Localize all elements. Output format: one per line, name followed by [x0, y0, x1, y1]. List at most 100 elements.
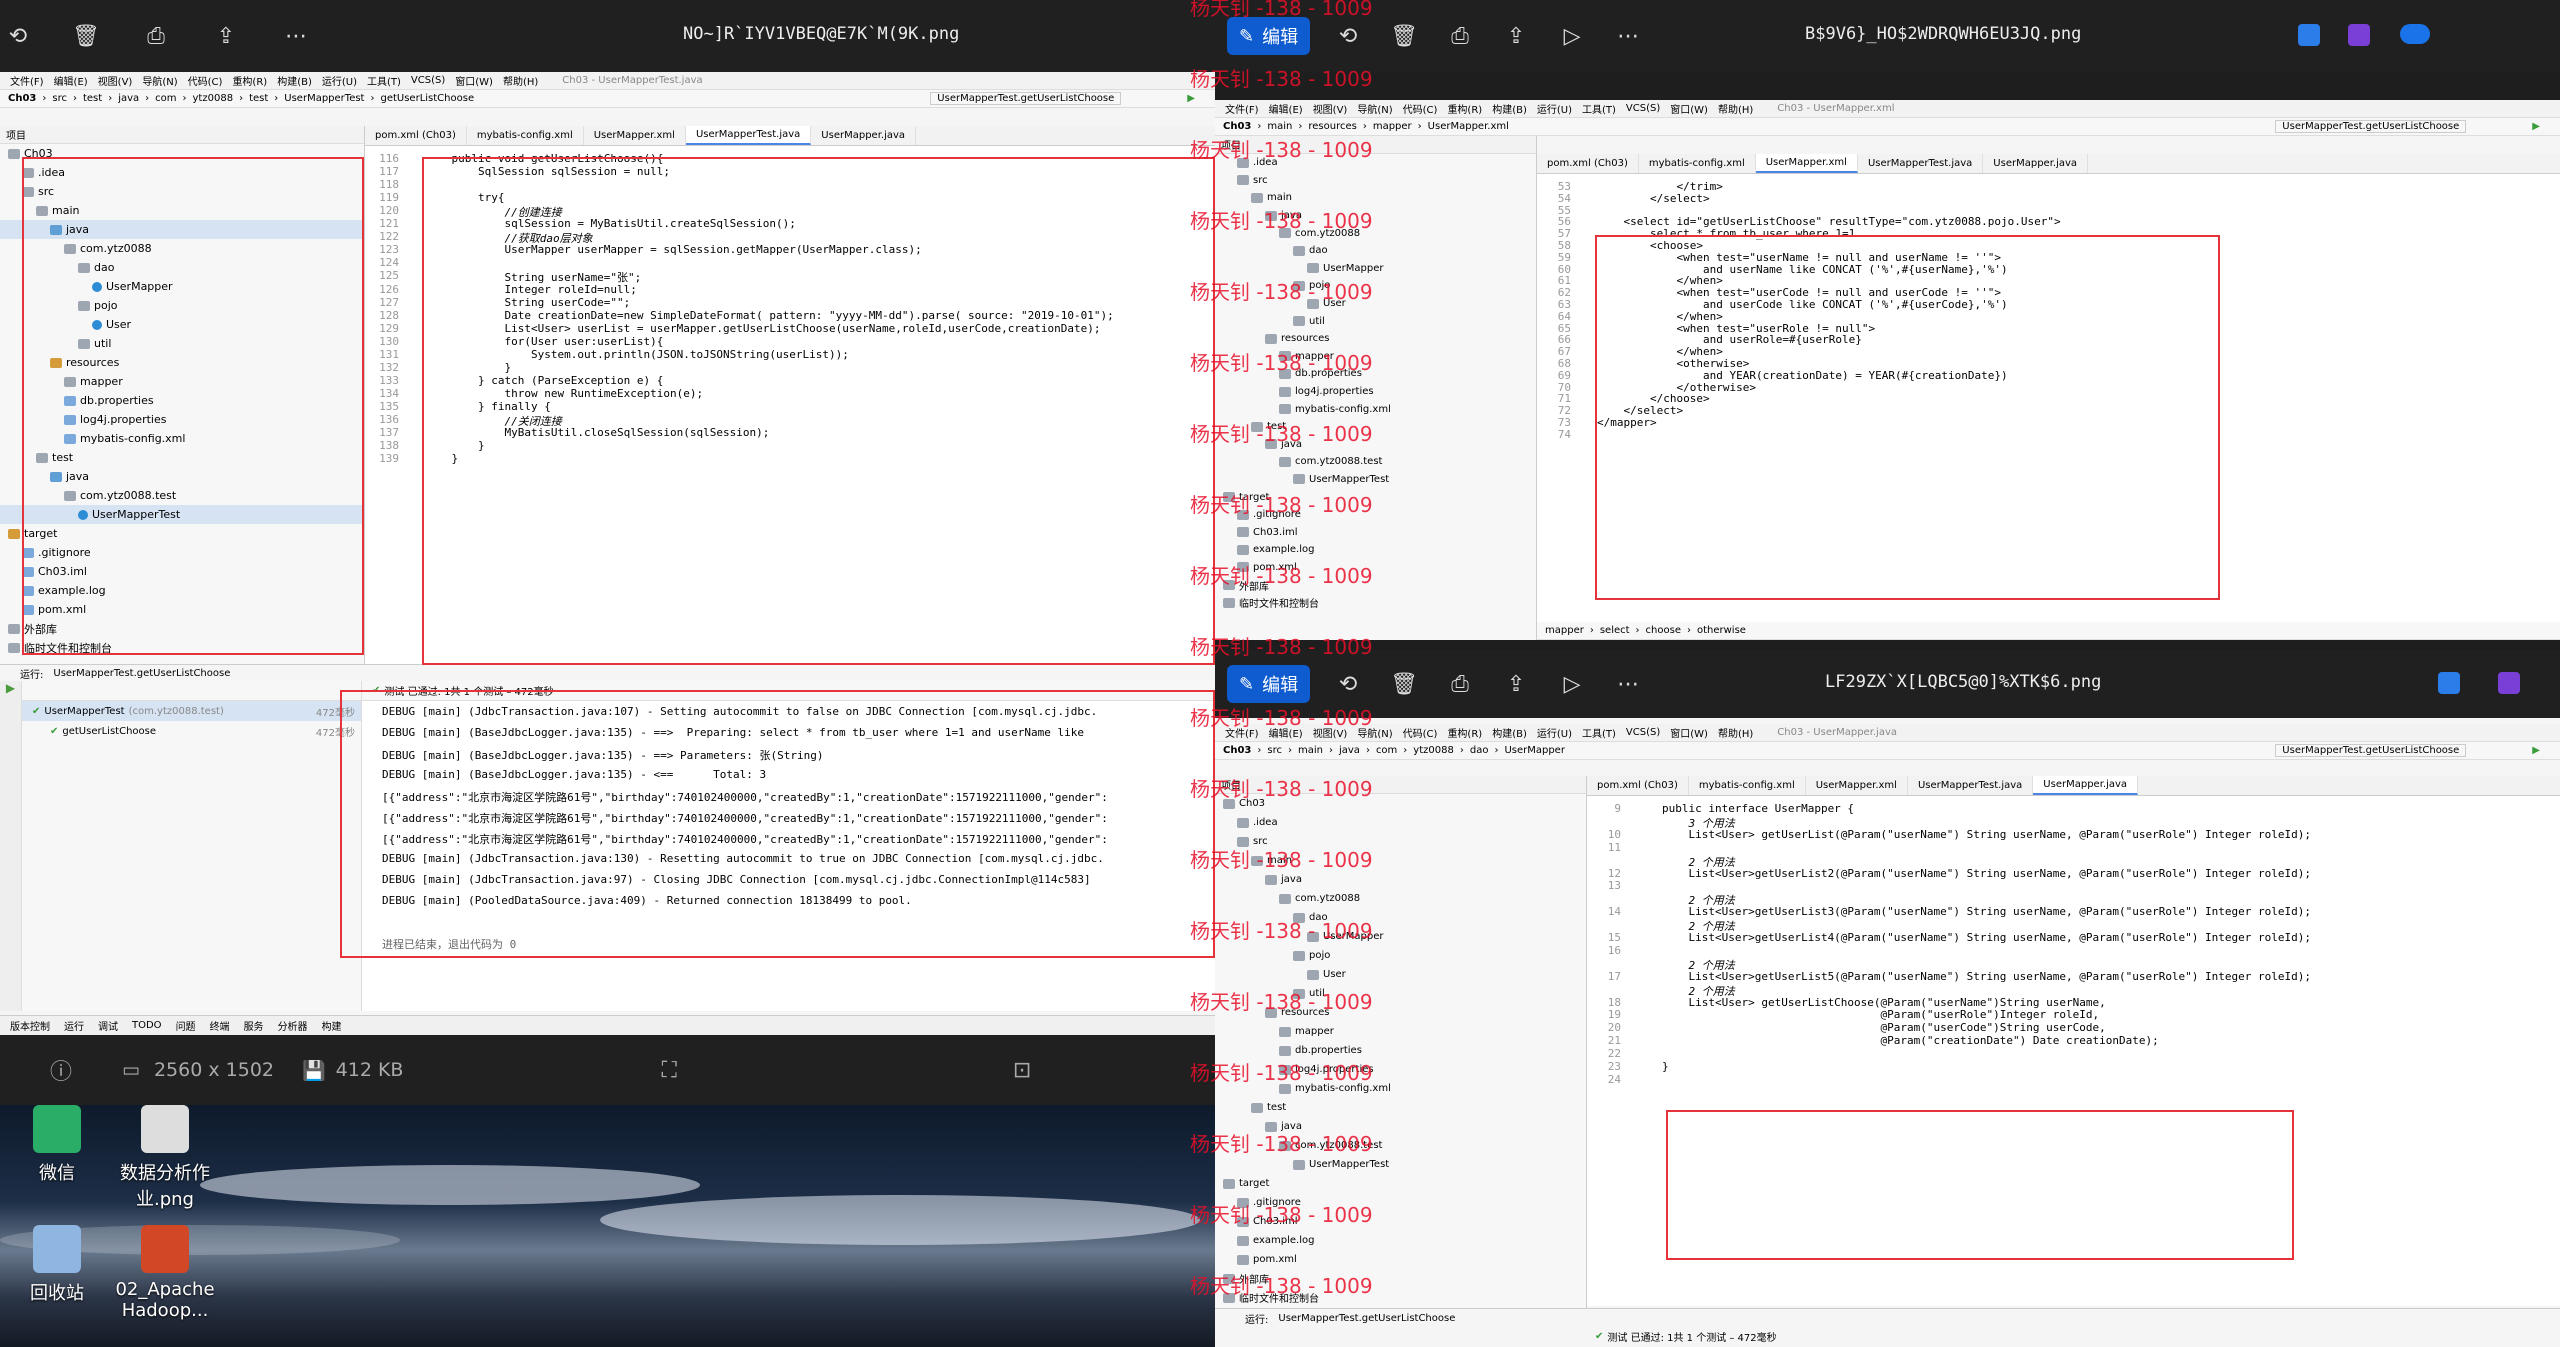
menu-item[interactable]: 构建(B) [1492, 725, 1527, 740]
xml-breadcrumb-item[interactable]: select [1600, 625, 1630, 636]
test-tree-item[interactable]: ✔ getUserListChoose 472毫秒 [22, 721, 361, 741]
menu-item[interactable]: 运行(U) [1537, 725, 1572, 740]
edit-button[interactable]: ✎ 编辑 [1227, 665, 1311, 703]
breadcrumb-item[interactable]: java [118, 93, 139, 104]
breadcrumb-item[interactable]: ytz0088 [1413, 745, 1454, 756]
tree-item[interactable]: db.properties [0, 391, 364, 410]
breadcrumb-item[interactable]: Ch03 [1223, 745, 1251, 756]
menu-item[interactable]: 工具(T) [1582, 725, 1616, 740]
rotate-icon[interactable]: ⟲ [0, 18, 36, 54]
tree-item[interactable]: test [1215, 1098, 1586, 1117]
print-icon[interactable]: ⎙ [1442, 666, 1478, 702]
tree-item[interactable]: dao [1215, 242, 1536, 260]
menu-item[interactable]: 编辑(E) [1269, 101, 1303, 116]
editor-tab[interactable]: UserMapperTest.java [1908, 776, 2034, 795]
editor-tab[interactable]: UserMapper.xml [1755, 154, 1858, 173]
run-config-select[interactable]: UserMapperTest.getUserListChoose [2275, 744, 2467, 757]
tree-item[interactable]: .idea [0, 163, 364, 182]
xml-breadcrumb-item[interactable]: mapper [1545, 625, 1584, 636]
delete-icon[interactable]: 🗑 [68, 18, 104, 54]
tree-item[interactable]: main [0, 201, 364, 220]
menu-item[interactable]: 视图(V) [98, 73, 133, 88]
breadcrumb-item[interactable]: test [83, 93, 102, 104]
editor-tab[interactable]: pom.xml (Ch03) [1587, 776, 1689, 795]
tool-window-tab[interactable]: TODO [132, 1020, 162, 1031]
tree-item[interactable]: UserMapperTest [1215, 471, 1536, 489]
tree-item[interactable]: UserMapper [0, 277, 364, 296]
xml-breadcrumb-item[interactable]: choose [1646, 625, 1681, 636]
tree-item[interactable]: pojo [1215, 946, 1586, 965]
tree-item[interactable]: example.log [1215, 541, 1536, 559]
menu-item[interactable]: 代码(C) [188, 73, 223, 88]
tree-item[interactable]: java [0, 467, 364, 486]
desktop-icon[interactable]: 数据分析作业.png [110, 1105, 220, 1211]
info-icon[interactable]: ⓘ [50, 1054, 72, 1086]
menu-item[interactable]: 重构(R) [1447, 725, 1482, 740]
breadcrumb-item[interactable]: src [1267, 745, 1282, 756]
breadcrumb-item[interactable]: Ch03 [1223, 121, 1251, 132]
tree-item[interactable]: java [0, 220, 364, 239]
editor-tab[interactable]: UserMapper.xml [584, 126, 686, 145]
tree-item[interactable]: Ch03 [0, 144, 364, 163]
desktop-icon[interactable]: 回收站 [2, 1225, 112, 1305]
tree-item[interactable]: mapper [1215, 1022, 1586, 1041]
video-icon[interactable]: ▷ [1554, 18, 1590, 54]
menu-item[interactable]: 帮助(H) [503, 73, 538, 88]
breadcrumb-item[interactable]: UserMapperTest [284, 93, 364, 104]
tree-item[interactable]: .idea [1215, 813, 1586, 832]
tree-item[interactable]: 临时文件和控制台 [1215, 594, 1536, 612]
editor-tab[interactable]: UserMapper.java [1983, 154, 2089, 173]
tree-item[interactable]: UserMapper [1215, 260, 1536, 278]
tree-item[interactable]: mybatis-config.xml [0, 429, 364, 448]
editor-tab[interactable]: mybatis-config.xml [467, 126, 584, 145]
tree-item[interactable]: dao [0, 258, 364, 277]
menu-item[interactable]: 代码(C) [1403, 725, 1438, 740]
tree-item[interactable]: User [0, 315, 364, 334]
menu-item[interactable]: 重构(R) [232, 73, 267, 88]
tree-item[interactable]: util [1215, 312, 1536, 330]
ide2-code-editor[interactable]: 53 </trim> 54 </select> 55 56 <select id="g… [1537, 174, 2560, 622]
tree-item[interactable]: com.ytz0088 [0, 239, 364, 258]
rotate-icon[interactable]: ⟲ [1330, 666, 1366, 702]
menu-item[interactable]: 构建(B) [1492, 101, 1527, 116]
menu-item[interactable]: VCS(S) [1626, 727, 1660, 738]
menu-item[interactable]: 窗口(W) [1670, 725, 1708, 740]
menu-item[interactable]: 帮助(H) [1718, 101, 1753, 116]
fullscreen-icon[interactable]: ⊡ [1013, 1058, 1031, 1083]
tree-item[interactable]: src [0, 182, 364, 201]
ide1-code-editor[interactable]: 116 public void getUserListChoose(){117 … [365, 146, 1215, 726]
tool-window-tab[interactable]: 运行 [64, 1018, 84, 1033]
breadcrumb-item[interactable]: ytz0088 [193, 93, 234, 104]
run-tab[interactable]: UserMapperTest.getUserListChoose [1278, 1313, 1455, 1324]
run-icon[interactable]: ▶ [2532, 745, 2540, 756]
menu-item[interactable]: 构建(B) [277, 73, 312, 88]
tree-item[interactable]: log4j.properties [1215, 383, 1536, 401]
tree-item[interactable]: com.ytz0088 [1215, 889, 1586, 908]
rotate-icon[interactable]: ⟲ [1330, 18, 1366, 54]
menu-item[interactable]: 窗口(W) [1670, 101, 1708, 116]
tree-item[interactable]: test [0, 448, 364, 467]
tree-item[interactable]: resources [1215, 330, 1536, 348]
breadcrumb-item[interactable]: src [52, 93, 67, 104]
editor-tab[interactable]: UserMapper.xml [1806, 776, 1908, 795]
breadcrumb-item[interactable]: Ch03 [8, 93, 36, 104]
tree-item[interactable]: 外部库 [0, 619, 364, 638]
tree-item[interactable]: com.ytz0088.test [1215, 453, 1536, 471]
test-tree-item[interactable]: ✔ UserMapperTest (com.ytz0088.test) 472毫秒 [22, 701, 361, 721]
editor-tab[interactable]: mybatis-config.xml [1689, 776, 1806, 795]
ide3-code-editor[interactable]: 9 public interface UserMapper { 3 个用法 10 L… [1587, 796, 2560, 1306]
editor-tab[interactable]: UserMapperTest.java [685, 126, 812, 145]
breadcrumb-item[interactable]: java [1339, 745, 1360, 756]
menu-item[interactable]: 窗口(W) [455, 73, 493, 88]
tree-item[interactable]: .gitignore [0, 543, 364, 562]
run-config-select[interactable]: UserMapperTest.getUserListChoose [2275, 120, 2467, 133]
desktop-icon[interactable]: 微信 [2, 1105, 112, 1185]
rerun-icon[interactable]: ▶ [0, 681, 21, 695]
more-icon[interactable]: ⋯ [1610, 666, 1646, 702]
tree-item[interactable]: target [1215, 1174, 1586, 1193]
tool-window-tab[interactable]: 调试 [98, 1018, 118, 1033]
tree-item[interactable]: UserMapperTest [1215, 1155, 1586, 1174]
breadcrumb-item[interactable]: dao [1470, 745, 1489, 756]
menu-item[interactable]: 帮助(H) [1718, 725, 1753, 740]
editor-tab[interactable]: pom.xml (Ch03) [1537, 154, 1639, 173]
